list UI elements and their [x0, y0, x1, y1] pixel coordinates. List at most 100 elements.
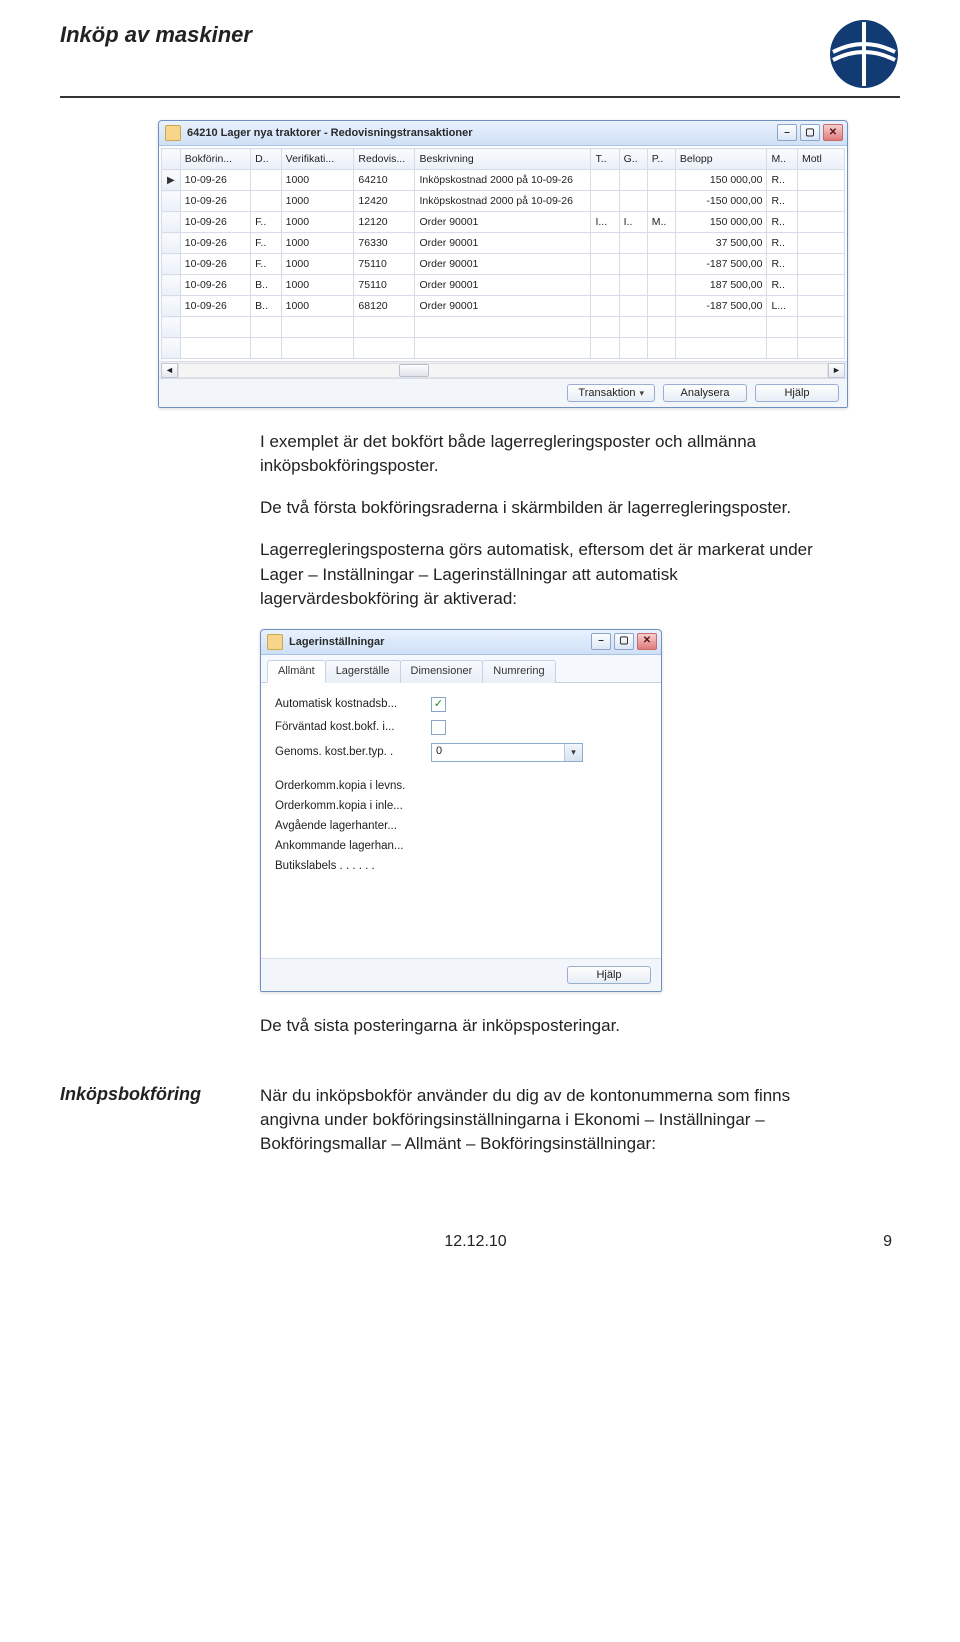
- table-row[interactable]: 10-09-26B..100068120Order 90001-187 500,…: [162, 296, 845, 317]
- table-cell: -187 500,00: [675, 296, 767, 317]
- column-header[interactable]: Verifikati...: [281, 149, 354, 170]
- form-row: Genoms. kost.ber.typ. . 0▾: [275, 743, 647, 762]
- tab-dimensioner[interactable]: Dimensioner: [400, 660, 484, 683]
- table-cell: [619, 254, 647, 275]
- field-label: Förväntad kost.bokf. i...: [275, 721, 425, 733]
- analysera-button[interactable]: Analysera: [663, 384, 747, 402]
- window-title-text: 64210 Lager nya traktorer - Redovisnings…: [187, 127, 473, 139]
- table-cell: 1000: [281, 254, 354, 275]
- column-header[interactable]: M..: [767, 149, 798, 170]
- form-row: Butikslabels . . . . . .: [275, 860, 647, 872]
- scroll-right-button[interactable]: ►: [828, 363, 845, 378]
- transaktion-button[interactable]: Transaktion▾: [567, 384, 655, 402]
- table-cell: [797, 296, 844, 317]
- table-cell: 10-09-26: [180, 233, 250, 254]
- table-cell: [797, 275, 844, 296]
- close-button[interactable]: ✕: [823, 124, 843, 141]
- column-header[interactable]: Redovis...: [354, 149, 415, 170]
- page-footer: 12.12.10 9: [60, 1233, 900, 1251]
- dialog-titlebar: Lagerinställningar – ▢ ✕: [261, 630, 661, 655]
- tab-lagerställe[interactable]: Lagerställe: [325, 660, 401, 683]
- table-row[interactable]: 10-09-26100012420Inköpskostnad 2000 på 1…: [162, 191, 845, 212]
- table-cell: 10-09-26: [180, 296, 250, 317]
- tab-numrering[interactable]: Numrering: [482, 660, 555, 683]
- minimize-button[interactable]: –: [591, 633, 611, 650]
- table-cell: F..: [251, 254, 282, 275]
- window-titlebar: 64210 Lager nya traktorer - Redovisnings…: [159, 121, 847, 146]
- table-row[interactable]: 10-09-26F..100076330Order 9000137 500,00…: [162, 233, 845, 254]
- table-cell: [797, 233, 844, 254]
- minimize-button[interactable]: –: [777, 124, 797, 141]
- transactions-table: Bokförin...D..Verifikati...Redovis...Bes…: [161, 148, 845, 359]
- maximize-button[interactable]: ▢: [614, 633, 634, 650]
- column-header[interactable]: Motl: [797, 149, 844, 170]
- table-cell: -187 500,00: [675, 254, 767, 275]
- table-cell: [797, 170, 844, 191]
- table-cell: 75110: [354, 254, 415, 275]
- table-cell: L...: [767, 296, 798, 317]
- scroll-left-button[interactable]: ◄: [161, 363, 178, 378]
- header-rule: [60, 96, 900, 98]
- table-cell: 10-09-26: [180, 254, 250, 275]
- table-cell: [251, 191, 282, 212]
- table-cell: R..: [767, 170, 798, 191]
- checkbox[interactable]: [431, 720, 446, 735]
- column-header[interactable]: [162, 149, 181, 170]
- column-header[interactable]: Bokförin...: [180, 149, 250, 170]
- table-cell: [162, 296, 181, 317]
- form-row: Förväntad kost.bokf. i...: [275, 720, 647, 735]
- paragraph-4: De två sista posteringarna är inköpspost…: [260, 1014, 820, 1038]
- table-cell: R..: [767, 254, 798, 275]
- column-header[interactable]: Beskrivning: [415, 149, 591, 170]
- field-label: Avgående lagerhanter...: [275, 820, 425, 832]
- table-cell: [162, 191, 181, 212]
- table-cell: I..: [619, 212, 647, 233]
- scroll-thumb[interactable]: [399, 364, 429, 377]
- table-cell: [591, 233, 619, 254]
- table-cell: 12420: [354, 191, 415, 212]
- scroll-track[interactable]: [178, 363, 828, 378]
- chevron-down-icon[interactable]: ▾: [564, 744, 582, 761]
- table-row[interactable]: ▶10-09-26100064210Inköpskostnad 2000 på …: [162, 170, 845, 191]
- table-cell: R..: [767, 233, 798, 254]
- dialog-body: Automatisk kostnadsb...Förväntad kost.bo…: [261, 683, 661, 958]
- form-row: Ankommande lagerhan...: [275, 840, 647, 852]
- table-cell: [797, 212, 844, 233]
- column-header[interactable]: P..: [647, 149, 675, 170]
- company-logo: [828, 18, 900, 90]
- table-cell: F..: [251, 233, 282, 254]
- section-heading-inkopsbokforing: Inköpsbokföring: [60, 1084, 260, 1105]
- paragraph-1: I exemplet är det bokfört både lagerregl…: [260, 430, 820, 478]
- field-label: Genoms. kost.ber.typ. .: [275, 746, 425, 758]
- transactions-window: 64210 Lager nya traktorer - Redovisnings…: [158, 120, 848, 408]
- table-row[interactable]: 10-09-26F..100075110Order 90001-187 500,…: [162, 254, 845, 275]
- column-header[interactable]: T..: [591, 149, 619, 170]
- field-label: Orderkomm.kopia i inle...: [275, 800, 425, 812]
- dropdown[interactable]: 0▾: [431, 743, 583, 762]
- dialog-help-button[interactable]: Hjälp: [567, 966, 651, 984]
- dialog-tabs: AllmäntLagerställeDimensionerNumrering: [261, 655, 661, 683]
- table-cell: [591, 191, 619, 212]
- horizontal-scrollbar[interactable]: ◄ ►: [159, 361, 847, 378]
- column-header[interactable]: D..: [251, 149, 282, 170]
- close-button[interactable]: ✕: [637, 633, 657, 650]
- column-header[interactable]: Belopp: [675, 149, 767, 170]
- table-cell: [162, 254, 181, 275]
- table-row[interactable]: 10-09-26B..100075110Order 90001187 500,0…: [162, 275, 845, 296]
- table-cell: 1000: [281, 233, 354, 254]
- column-header[interactable]: G..: [619, 149, 647, 170]
- table-cell: [647, 233, 675, 254]
- checkbox[interactable]: [431, 697, 446, 712]
- tab-allmänt[interactable]: Allmänt: [267, 660, 326, 683]
- table-cell: 10-09-26: [180, 170, 250, 191]
- paragraph-5: När du inköpsbokför använder du dig av d…: [260, 1084, 820, 1156]
- table-cell: [591, 296, 619, 317]
- help-button[interactable]: Hjälp: [755, 384, 839, 402]
- maximize-button[interactable]: ▢: [800, 124, 820, 141]
- table-row[interactable]: 10-09-26F..100012120Order 90001I...I..M.…: [162, 212, 845, 233]
- dialog-footer: Hjälp: [261, 958, 661, 991]
- table-cell: I...: [591, 212, 619, 233]
- table-cell: 10-09-26: [180, 275, 250, 296]
- table-cell: Inköpskostnad 2000 på 10-09-26: [415, 191, 591, 212]
- form-row: Avgående lagerhanter...: [275, 820, 647, 832]
